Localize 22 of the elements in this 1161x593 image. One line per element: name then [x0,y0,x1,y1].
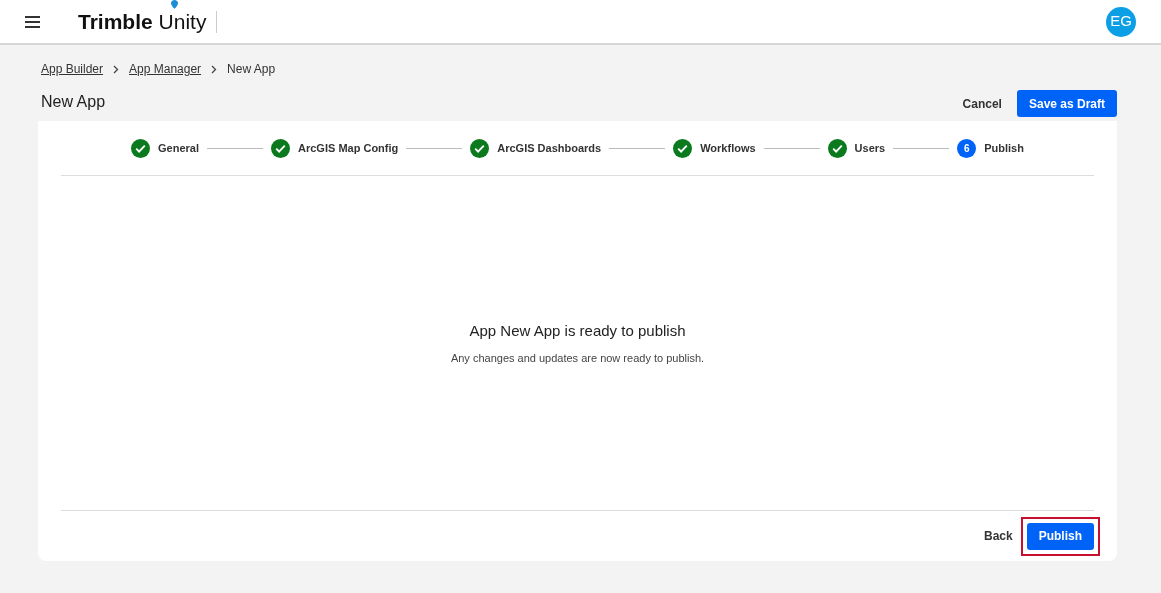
back-button[interactable]: Back [983,527,1013,545]
chevron-right-icon [211,64,218,74]
save-draft-button[interactable]: Save as Draft [1016,90,1117,117]
ready-message-subtitle: Any changes and updates are now ready to publish. [450,351,705,366]
step-label: General [158,140,200,156]
step-label: ArcGIS Map Config [298,140,399,156]
breadcrumb-link[interactable]: App Builder [41,60,104,78]
menu-icon[interactable] [25,15,40,28]
step-number: 6 [957,138,977,158]
logo-pin-icon [171,0,178,9]
logo-text: Trimble Unity [78,11,207,32]
step-label: Workflows [700,140,756,156]
breadcrumb-current: New App [227,61,276,78]
publish-button[interactable]: Publish [1026,522,1094,550]
cancel-button[interactable]: Cancel [962,94,1002,113]
page-title: New App [41,91,106,112]
breadcrumb-link[interactable]: App Manager [129,60,202,78]
chevron-right-icon [113,64,120,74]
step-label: ArcGIS Dashboards [497,140,602,156]
ready-message-title: App New App is ready to publish [469,320,686,341]
step-label: Publish [984,140,1024,156]
step-label: Users [854,140,886,156]
